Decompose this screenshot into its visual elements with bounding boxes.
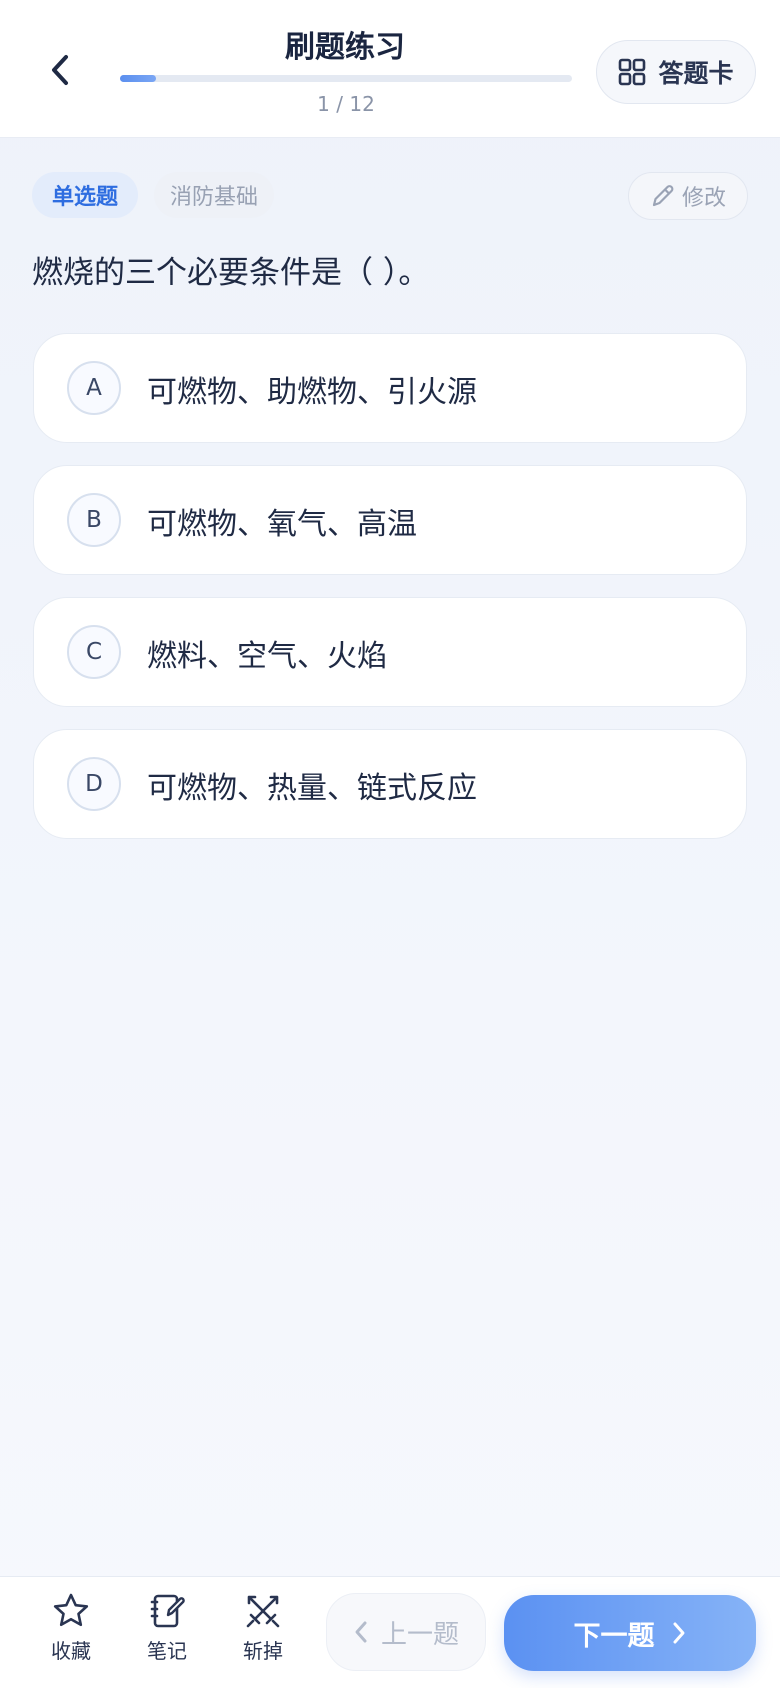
category-tag: 消防基础 <box>154 172 274 218</box>
question-text: 燃烧的三个必要条件是（ ）。 <box>32 255 430 291</box>
progress-text: 1 / 12 <box>317 92 375 116</box>
option-text: 可燃物、助燃物、引火源 <box>147 375 477 410</box>
option-d[interactable]: D 可燃物、热量、链式反应 <box>33 729 747 839</box>
option-letter: A <box>67 361 121 415</box>
favorite-label: 收藏 <box>51 1639 91 1663</box>
option-a[interactable]: A 可燃物、助燃物、引火源 <box>33 333 747 443</box>
option-text: 可燃物、热量、链式反应 <box>147 771 477 806</box>
favorite-button[interactable]: 收藏 <box>34 1591 108 1675</box>
option-c[interactable]: C 燃料、空气、火焰 <box>33 597 747 707</box>
pencil-icon <box>652 185 674 207</box>
top-header: 刷题练习 1 / 12 答题卡 <box>0 0 780 138</box>
option-letter: C <box>67 625 121 679</box>
prev-question-button[interactable]: 上一题 <box>326 1593 486 1671</box>
chevron-right-icon <box>673 1622 684 1644</box>
chevron-left-icon <box>355 1621 367 1643</box>
option-text: 可燃物、氧气、高温 <box>147 507 417 542</box>
crossed-swords-icon <box>246 1595 280 1628</box>
option-letter: D <box>67 757 121 811</box>
answer-card-label: 答题卡 <box>658 59 734 88</box>
option-letter: B <box>67 493 121 547</box>
remove-label: 斩掉 <box>243 1639 283 1663</box>
progress-bar <box>120 75 572 82</box>
option-b[interactable]: B 可燃物、氧气、高温 <box>33 465 747 575</box>
notebook-icon <box>150 1594 185 1628</box>
star-icon <box>53 1593 89 1627</box>
edit-label: 修改 <box>681 186 726 211</box>
question-type-tag: 单选题 <box>32 172 138 218</box>
page-title: 刷题练习 <box>285 30 405 65</box>
progress-fill <box>120 75 157 82</box>
edit-button[interactable]: 修改 <box>628 172 748 220</box>
notes-button[interactable]: 笔记 <box>130 1591 204 1675</box>
bottom-toolbar: 收藏 笔记 斩掉 上一题 下一题 <box>0 1576 780 1688</box>
option-text: 燃料、空气、火焰 <box>147 639 387 674</box>
grid-icon <box>619 58 646 86</box>
next-label: 下一题 <box>573 1620 655 1652</box>
notes-label: 笔记 <box>147 1639 187 1663</box>
answer-card-button[interactable]: 答题卡 <box>596 40 756 104</box>
prev-label: 上一题 <box>380 1619 459 1650</box>
remove-button[interactable]: 斩掉 <box>226 1591 300 1675</box>
next-question-button[interactable]: 下一题 <box>504 1595 756 1671</box>
